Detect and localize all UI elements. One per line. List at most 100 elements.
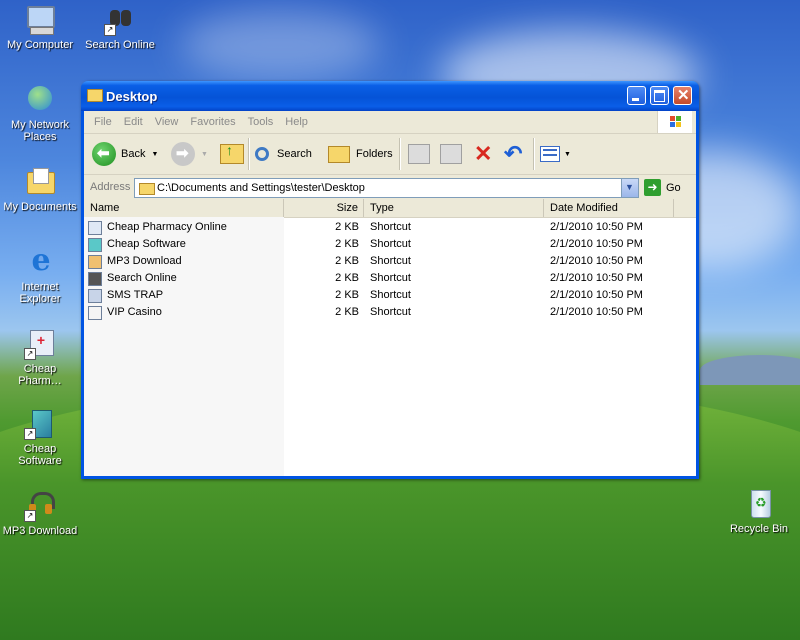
address-input[interactable]: C:\Documents and Settings\tester\Desktop… <box>134 178 639 198</box>
menu-bar: File Edit View Favorites Tools Help <box>84 111 696 134</box>
back-label: Back <box>121 148 146 160</box>
desktop-icon-search-online[interactable]: ↗ Search Online <box>82 4 158 51</box>
binoculars-icon: ↗ <box>104 4 136 36</box>
delete-button[interactable]: ✕ <box>474 139 492 169</box>
move-to-button[interactable] <box>408 139 430 169</box>
close-icon: ✕ <box>677 87 690 104</box>
desktop-icon-internet-explorer[interactable]: e Internet Explorer <box>2 246 78 306</box>
my-computer-icon <box>24 4 56 36</box>
back-button[interactable]: ⬅ Back ▼ <box>92 139 158 169</box>
explorer-window: Desktop ✕ File Edit View Favorites Tools Help <box>81 81 699 479</box>
address-label: Address <box>90 181 131 193</box>
recycle-bin-icon: ♻ <box>743 488 775 520</box>
windows-logo-icon <box>657 111 692 133</box>
undo-button[interactable]: ↶ <box>504 139 522 169</box>
file-row[interactable]: Cheap Software 2 KB Shortcut 2/1/2010 10… <box>84 236 696 253</box>
views-dropdown-icon[interactable]: ▼ <box>564 151 571 158</box>
desktop-icon-my-computer[interactable]: My Computer <box>2 4 78 51</box>
folder-icon <box>87 89 103 102</box>
file-modified: 2/1/2010 10:50 PM <box>550 221 643 233</box>
search-label: Search <box>277 148 312 160</box>
menu-favorites[interactable]: Favorites <box>184 111 241 133</box>
forward-button[interactable]: ➡ ▼ <box>171 139 208 169</box>
address-dropdown-button[interactable]: ▼ <box>621 179 638 197</box>
undo-icon: ↶ <box>504 141 523 166</box>
file-type: Shortcut <box>370 289 411 301</box>
desktop-icon-label: My Computer <box>6 39 74 51</box>
file-name: Cheap Pharmacy Online <box>107 221 227 233</box>
toolbar-separator <box>248 138 250 170</box>
file-modified: 2/1/2010 10:50 PM <box>550 289 643 301</box>
desktop-icon-cheap-pharmacy[interactable]: + ↗ Cheap Pharm… <box>2 328 78 387</box>
column-header-name[interactable]: Name <box>84 199 284 217</box>
desktop-icon-label: Cheap Pharm… <box>18 363 62 387</box>
desktop-icon-mp3-download[interactable]: ↗ MP3 Download <box>2 490 78 537</box>
up-folder-button[interactable]: ↑ <box>220 139 244 169</box>
desktop-icon-label: My Documents <box>3 201 77 213</box>
toolbar-separator <box>399 138 401 170</box>
file-modified: 2/1/2010 10:50 PM <box>550 255 643 267</box>
search-button[interactable]: Search <box>255 139 312 169</box>
file-row[interactable]: SMS TRAP 2 KB Shortcut 2/1/2010 10:50 PM <box>84 287 696 304</box>
back-arrow-icon: ⬅ <box>92 142 116 166</box>
pharmacy-icon: + ↗ <box>24 328 56 360</box>
maximize-button[interactable] <box>650 86 669 105</box>
file-row[interactable]: Cheap Pharmacy Online 2 KB Shortcut 2/1/… <box>84 219 696 236</box>
file-type: Shortcut <box>370 306 411 318</box>
folders-icon <box>328 145 350 163</box>
desktop-icon-recycle-bin[interactable]: ♻ Recycle Bin <box>721 488 797 535</box>
file-size: 2 KB <box>335 306 359 318</box>
toolbar-separator <box>533 138 535 170</box>
file-name: Cheap Software <box>107 238 186 250</box>
menu-tools[interactable]: Tools <box>242 111 280 133</box>
desktop-icon-label: Cheap Software <box>18 443 62 467</box>
copy-to-button[interactable] <box>440 139 462 169</box>
file-type: Shortcut <box>370 221 411 233</box>
file-type: Shortcut <box>370 272 411 284</box>
views-button[interactable]: ▼ <box>540 139 571 169</box>
move-to-icon <box>408 144 430 164</box>
desktop-icon-my-documents[interactable]: My Documents <box>2 166 78 213</box>
close-button[interactable]: ✕ <box>673 86 692 105</box>
file-size: 2 KB <box>335 255 359 267</box>
desktop-icon-label: MP3 Download <box>2 525 78 537</box>
column-header-size[interactable]: Size <box>284 199 364 217</box>
sms-shortcut-icon <box>88 289 102 303</box>
desktop-icon-network-places[interactable]: My Network Places <box>2 84 78 143</box>
binoculars-shortcut-icon <box>88 272 102 286</box>
column-header-date-modified[interactable]: Date Modified <box>544 199 674 217</box>
menu-help[interactable]: Help <box>279 111 314 133</box>
menu-file[interactable]: File <box>88 111 118 133</box>
minimize-icon <box>632 98 639 101</box>
views-icon <box>540 146 560 162</box>
casino-shortcut-icon <box>88 306 102 320</box>
forward-arrow-icon: ➡ <box>171 142 195 166</box>
file-row[interactable]: MP3 Download 2 KB Shortcut 2/1/2010 10:5… <box>84 253 696 270</box>
address-bar: Address C:\Documents and Settings\tester… <box>84 175 696 202</box>
file-row[interactable]: Search Online 2 KB Shortcut 2/1/2010 10:… <box>84 270 696 287</box>
go-button[interactable]: ➜ Go <box>644 179 681 196</box>
file-modified: 2/1/2010 10:50 PM <box>550 306 643 318</box>
file-name: MP3 Download <box>107 255 182 267</box>
file-size: 2 KB <box>335 272 359 284</box>
forward-dropdown-icon[interactable]: ▼ <box>201 151 208 158</box>
file-name: SMS TRAP <box>107 289 164 301</box>
list-header: Name Size Type Date Modified <box>84 199 696 218</box>
folder-icon <box>139 183 155 195</box>
my-documents-icon <box>24 166 56 198</box>
back-dropdown-icon[interactable]: ▼ <box>151 151 158 158</box>
title-bar[interactable]: Desktop ✕ <box>81 81 699 111</box>
desktop-icon-cheap-software[interactable]: ↗ Cheap Software <box>2 408 78 467</box>
file-size: 2 KB <box>335 238 359 250</box>
file-row[interactable]: VIP Casino 2 KB Shortcut 2/1/2010 10:50 … <box>84 304 696 321</box>
delete-icon: ✕ <box>474 141 493 166</box>
minimize-button[interactable] <box>627 86 646 105</box>
headphones-shortcut-icon <box>88 255 102 269</box>
folders-button[interactable]: Folders <box>328 139 393 169</box>
search-icon <box>255 147 269 161</box>
desktop-icon-label: My Network Places <box>10 119 70 143</box>
column-header-type[interactable]: Type <box>364 199 544 217</box>
menu-view[interactable]: View <box>149 111 185 133</box>
menu-edit[interactable]: Edit <box>118 111 149 133</box>
software-icon: ↗ <box>24 408 56 440</box>
